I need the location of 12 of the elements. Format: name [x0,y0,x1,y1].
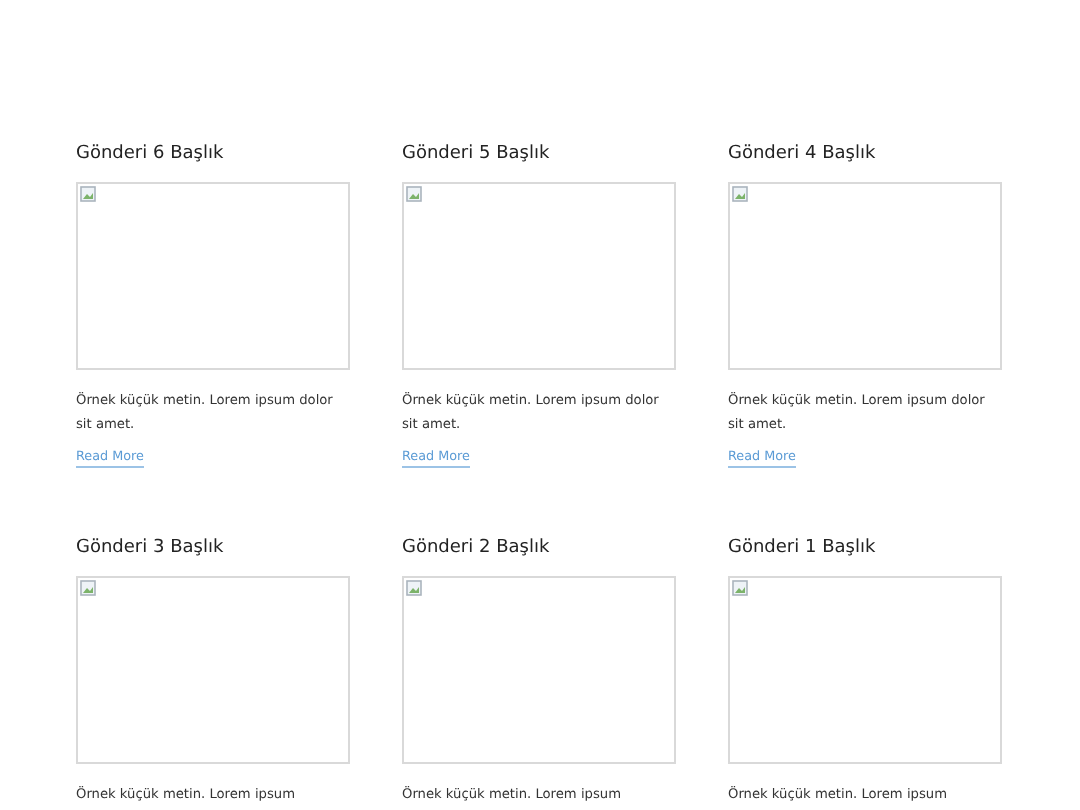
post-title: Gönderi 1 Başlık [728,536,876,560]
broken-image-icon [406,580,422,596]
post-title: Gönderi 5 Başlık [402,142,550,166]
broken-image-icon [732,186,748,202]
broken-image-icon [80,580,96,596]
broken-image-icon [80,186,96,202]
broken-image-icon [406,186,422,202]
post-title: Gönderi 6 Başlık [76,142,224,166]
post-title: Gönderi 4 Başlık [728,142,876,166]
broken-image-icon [732,580,748,596]
post-title: Gönderi 2 Başlık [402,536,550,560]
post-title: Gönderi 3 Başlık [76,536,224,560]
